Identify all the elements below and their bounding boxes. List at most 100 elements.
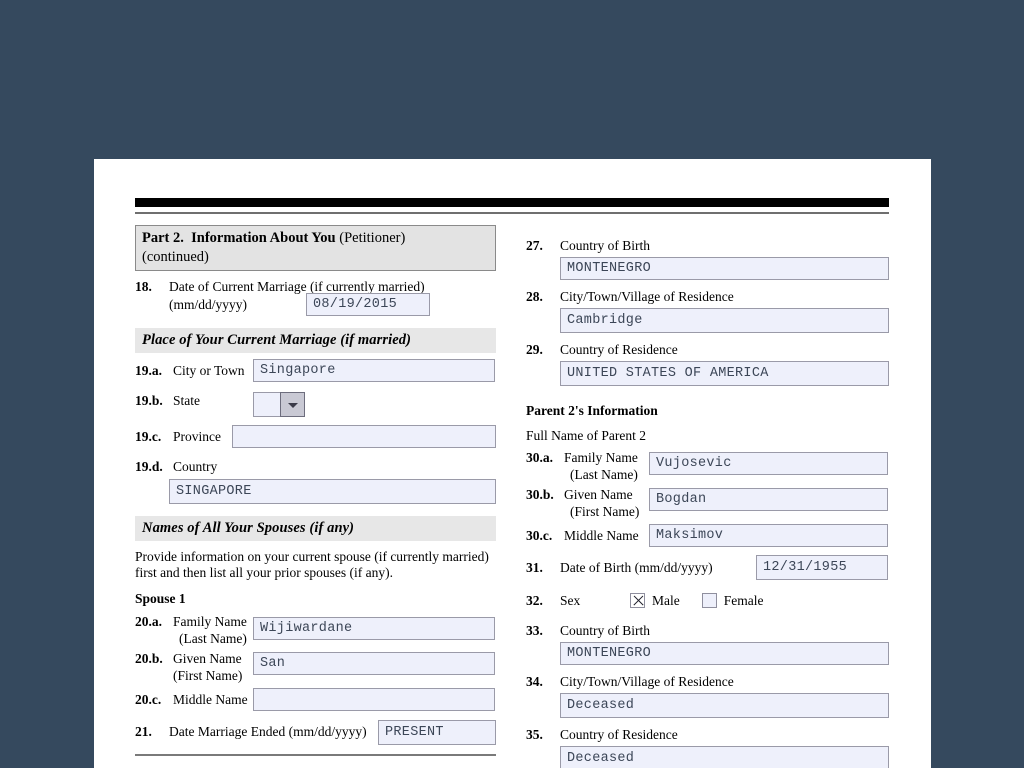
item-35-number: 35.	[526, 726, 543, 742]
form-page: Part 2. Information About You (Petitione…	[94, 159, 931, 768]
item-20c-middle-name-field[interactable]	[253, 687, 495, 711]
item-19a-city-field[interactable]: Singapore	[253, 359, 495, 383]
band-qualifier-spouses: (if any)	[309, 520, 355, 537]
form-row-21: 21. Date Marriage Ended (mm/dd/yyyy) PRE…	[135, 719, 496, 745]
form-row-20c: 20.c. Middle Name	[135, 687, 496, 711]
section-band-spouses: Names of All Your Spouses (if any)	[135, 516, 496, 542]
item-27-country-birth-field[interactable]: MONTENEGRO	[560, 257, 889, 280]
band-title-place-of-marriage: Place of Your Current Marriage	[142, 332, 337, 349]
item-18-number: 18.	[135, 279, 152, 295]
part-title: Information About You	[191, 230, 336, 246]
item-21-number: 21.	[135, 723, 152, 739]
form-row-19a: 19.a. City or Town Singapore	[135, 359, 496, 383]
item-29-number: 29.	[526, 342, 543, 357]
item-27-label: Country of Birth	[560, 238, 650, 253]
item-34-label: City/Town/Village of Residence	[560, 673, 734, 689]
item-19b-state-dropdown[interactable]	[253, 392, 305, 418]
item-19c-label: Province	[173, 429, 221, 445]
form-row-19d: 19.d. Country	[135, 458, 496, 475]
item-20b-label-line1: Given Name	[173, 650, 242, 666]
item-35-country-residence-field[interactable]: Deceased	[560, 745, 889, 768]
page-top-thin-rule	[135, 212, 889, 214]
form-row-33: 33. Country of Birth	[526, 622, 889, 639]
item-19a-number: 19.a.	[135, 363, 162, 379]
item-20b-number: 20.b.	[135, 650, 163, 666]
item-18-date-field[interactable]: 08/19/2015	[306, 293, 430, 317]
item-20a-family-name-field[interactable]: Wijiwardane	[253, 616, 495, 640]
item-30b-given-name-field[interactable]: Bogdan	[649, 487, 888, 511]
item-28-label: City/Town/Village of Residence	[560, 289, 734, 304]
parent-2-subheading: Full Name of Parent 2	[526, 428, 646, 443]
spouses-instructions: Provide information on your current spou…	[135, 549, 489, 581]
item-33-label: Country of Birth	[560, 622, 650, 638]
item-29-country-residence-field[interactable]: UNITED STATES OF AMERICA	[560, 361, 889, 386]
item-33-country-birth-field[interactable]: MONTENEGRO	[560, 641, 889, 665]
item-19c-number: 19.c.	[135, 429, 162, 445]
item-31-dob-field[interactable]: 12/31/1955	[756, 554, 888, 580]
left-column-bottom-rule	[135, 753, 496, 756]
item-28-number: 28.	[526, 289, 543, 304]
form-row-20b: 20.b. Given Name (First Name) San	[135, 650, 496, 684]
form-row-31: 31. Date of Birth (mm/dd/yyyy) 12/31/195…	[526, 554, 889, 580]
form-row-30c: 30.c. Middle Name Maksimov	[526, 523, 889, 547]
item-19a-label: City or Town	[173, 363, 245, 379]
item-34-city-residence-field[interactable]: Deceased	[560, 692, 889, 718]
item-34-number: 34.	[526, 673, 543, 689]
item-20a-label-line1: Family Name	[173, 613, 247, 629]
item-20b-label-line2: (First Name)	[173, 667, 243, 683]
item-19b-number: 19.b.	[135, 393, 163, 409]
item-20c-label: Middle Name	[173, 691, 248, 707]
part-qualifier: (Petitioner)	[339, 230, 406, 246]
form-row-19c: 19.c. Province	[135, 425, 496, 449]
form-row-30b: 30.b. Given Name (First Name) Bogdan	[526, 486, 889, 520]
section-band-place-of-marriage: Place of Your Current Marriage (if marri…	[135, 328, 496, 354]
form-row-27: 27. Country of Birth	[526, 237, 889, 254]
item-18-label-line2: (mm/dd/yyyy)	[169, 297, 247, 313]
sex-female-label: Female	[723, 592, 764, 608]
item-20b-given-name-field[interactable]: San	[253, 651, 495, 675]
form-row-35: 35. Country of Residence	[526, 726, 889, 743]
right-column: 27. Country of Birth MONTENEGRO 28. City…	[526, 225, 889, 768]
item-30c-number: 30.c.	[526, 527, 553, 543]
item-31-number: 31.	[526, 559, 543, 575]
item-20a-label-line2: (Last Name)	[179, 630, 247, 646]
item-19b-label: State	[173, 393, 200, 409]
form-row-20a: 20.a. Family Name (Last Name) Wijiwardan…	[135, 613, 496, 647]
item-30b-number: 30.b.	[526, 486, 554, 502]
form-row-29: 29. Country of Residence	[526, 341, 889, 358]
item-31-label: Date of Birth (mm/dd/yyyy)	[560, 559, 713, 575]
item-20a-number: 20.a.	[135, 613, 162, 629]
item-35-label: Country of Residence	[560, 726, 678, 742]
item-21-date-ended-field[interactable]: PRESENT	[378, 719, 496, 745]
band-qualifier-place-of-marriage: (if married)	[340, 332, 412, 349]
form-row-32: 32. Sex Male Female	[526, 592, 889, 609]
part-continued: (continued)	[142, 248, 209, 265]
sex-male-label: Male	[652, 592, 680, 608]
item-19d-label: Country	[173, 459, 218, 475]
sex-female-checkbox[interactable]	[701, 592, 717, 608]
item-19d-number: 19.d.	[135, 459, 163, 475]
item-30c-label: Middle Name	[564, 527, 639, 543]
item-30b-label-line1: Given Name	[564, 486, 633, 502]
item-19d-country-field[interactable]: SINGAPORE	[169, 479, 496, 505]
item-32-label: Sex	[560, 592, 581, 608]
item-30c-middle-name-field[interactable]: Maksimov	[649, 523, 888, 547]
part-header-box: Part 2. Information About You (Petitione…	[135, 225, 496, 272]
item-28-city-residence-field[interactable]: Cambridge	[560, 308, 889, 333]
form-row-34: 34. City/Town/Village of Residence	[526, 673, 889, 690]
item-30a-label-line1: Family Name	[564, 449, 638, 465]
left-column: Part 2. Information About You (Petitione…	[135, 225, 496, 756]
chevron-down-icon[interactable]	[280, 392, 305, 418]
item-30b-label-line2: (First Name)	[570, 503, 640, 519]
item-19c-province-field[interactable]	[232, 425, 496, 449]
sex-male-checkbox[interactable]	[630, 592, 645, 608]
item-29-label: Country of Residence	[560, 342, 678, 357]
spouse-1-heading: Spouse 1	[135, 590, 186, 606]
item-30a-family-name-field[interactable]: Vujosevic	[649, 451, 888, 475]
item-30a-label-line2: (Last Name)	[570, 466, 638, 482]
item-20c-number: 20.c.	[135, 691, 162, 707]
form-row-28: 28. City/Town/Village of Residence	[526, 288, 889, 305]
item-30a-number: 30.a.	[526, 449, 553, 465]
item-27-number: 27.	[526, 238, 543, 253]
page-top-black-rule	[135, 198, 889, 207]
